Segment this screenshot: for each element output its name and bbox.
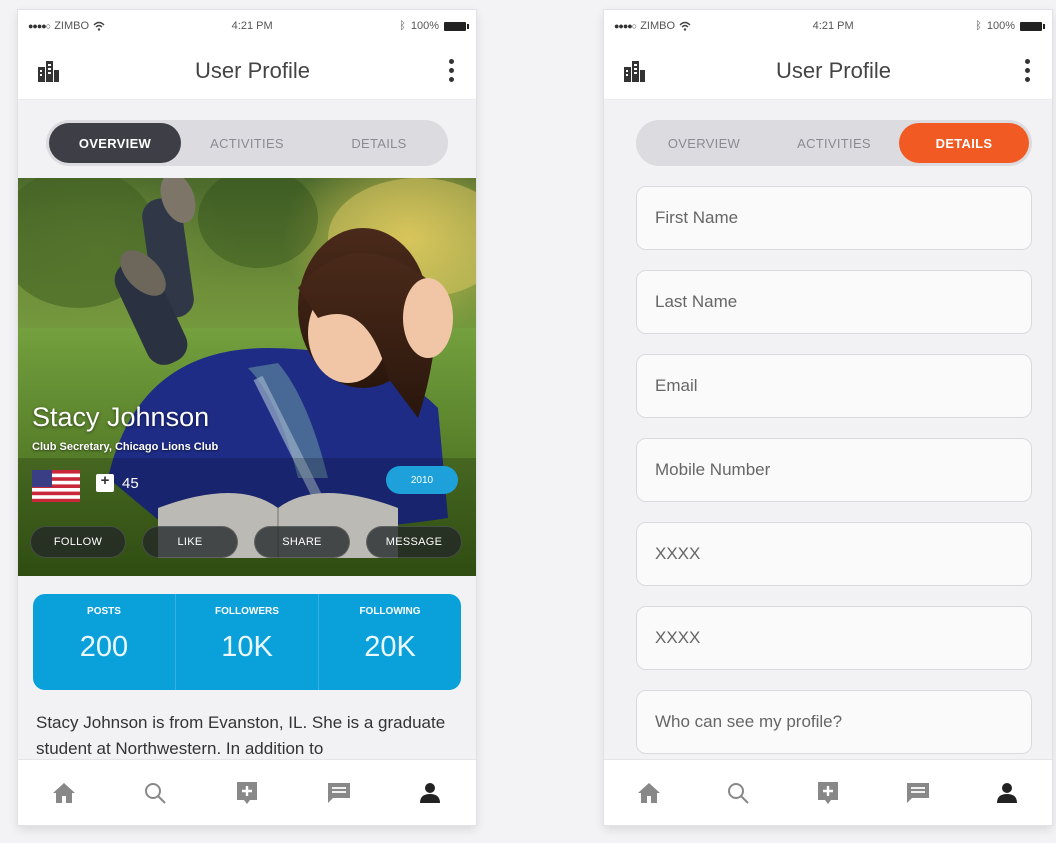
signal-icon: ●●●●○ (614, 21, 637, 31)
stat-label: FOLLOWING (359, 606, 421, 617)
home-icon[interactable] (46, 775, 82, 811)
follow-button[interactable]: FOLLOW (30, 526, 126, 558)
page-title: User Profile (195, 57, 310, 83)
building-icon[interactable] (36, 59, 60, 83)
profile-actions: FOLLOW LIKE SHARE MESSAGE (30, 526, 462, 558)
carrier-label: ZIMBO (54, 20, 90, 32)
search-icon[interactable] (720, 775, 756, 811)
battery-label: 100% (410, 20, 439, 32)
add-post-icon[interactable] (810, 775, 846, 811)
bottom-navigation (18, 759, 476, 825)
segmented-tabs: OVERVIEW ACTIVITIES DETAILS (46, 120, 448, 166)
building-icon[interactable] (622, 59, 646, 83)
tab-activities[interactable]: ACTIVITIES (769, 123, 899, 163)
app-header: User Profile (18, 42, 476, 100)
mobile-number-input[interactable] (655, 460, 1031, 480)
chat-icon[interactable] (321, 775, 357, 811)
search-icon[interactable] (137, 775, 173, 811)
cover-illustration (18, 178, 476, 576)
stat-label: FOLLOWERS (215, 606, 279, 617)
profile-name: Stacy Johnson (32, 402, 210, 432)
first-name-input[interactable] (655, 208, 1031, 228)
profile-icon[interactable] (412, 775, 448, 811)
status-bar: ●●●●○ ZIMBO 4:21 PM ᛒ 100% (18, 10, 476, 42)
tab-overview[interactable]: OVERVIEW (639, 123, 769, 163)
tab-details[interactable]: DETAILS (313, 123, 445, 163)
stat-value: 20K (364, 631, 416, 663)
stats-panel: POSTS 200 FOLLOWERS 10K FOLLOWING 20K (33, 594, 461, 690)
email-field (636, 354, 1032, 418)
custom-field-2 (636, 606, 1032, 670)
custom-input-2[interactable] (655, 628, 1031, 648)
battery-icon (444, 21, 469, 31)
chat-icon[interactable] (900, 775, 936, 811)
more-vertical-icon[interactable] (1021, 55, 1034, 86)
profile-icon[interactable] (989, 775, 1025, 811)
last-name-input[interactable] (655, 292, 1031, 312)
stat-followers[interactable]: FOLLOWERS 10K (175, 594, 318, 690)
profile-visibility-input[interactable] (655, 712, 1031, 732)
clock: 4:21 PM (231, 20, 273, 32)
profile-details-screen: ●●●●○ ZIMBO 4:21 PM ᛒ 100% User Profile … (604, 10, 1052, 825)
share-button[interactable]: SHARE (254, 526, 350, 558)
add-post-icon[interactable] (229, 775, 265, 811)
wifi-icon (679, 21, 691, 31)
bluetooth-icon: ᛒ (399, 20, 406, 32)
us-flag-icon (32, 470, 80, 502)
battery-label: 100% (986, 20, 1015, 32)
member-since-badge: 2010 (386, 466, 458, 494)
stat-value: 200 (79, 631, 129, 663)
custom-input-1[interactable] (655, 544, 1031, 564)
likes-count: 45 (122, 474, 139, 492)
segmented-tabs: OVERVIEW ACTIVITIES DETAILS (636, 120, 1032, 166)
profile-cover-photo: Stacy Johnson Club Secretary, Chicago Li… (18, 178, 476, 576)
message-button[interactable]: MESSAGE (366, 526, 462, 558)
wifi-icon (93, 21, 105, 31)
add-like-icon (96, 472, 114, 492)
stat-value: 10K (221, 631, 273, 663)
email-input[interactable] (655, 376, 1031, 396)
stat-label: POSTS (87, 606, 121, 617)
app-header: User Profile (604, 42, 1052, 100)
stat-following[interactable]: FOLLOWING 20K (318, 594, 461, 690)
profile-visibility-field (636, 690, 1032, 754)
last-name-field (636, 270, 1032, 334)
likes-counter[interactable]: 45 (96, 472, 139, 492)
home-icon[interactable] (631, 775, 667, 811)
bluetooth-icon: ᛒ (975, 20, 982, 32)
stat-posts[interactable]: POSTS 200 (33, 594, 175, 690)
battery-icon (1020, 21, 1045, 31)
profile-subtitle: Club Secretary, Chicago Lions Club (32, 441, 219, 453)
status-bar: ●●●●○ ZIMBO 4:21 PM ᛒ 100% (604, 10, 1052, 42)
bottom-navigation (604, 759, 1052, 825)
mobile-number-field (636, 438, 1032, 502)
tab-activities[interactable]: ACTIVITIES (181, 123, 313, 163)
signal-icon: ●●●●○ (28, 21, 51, 31)
carrier-label: ZIMBO (640, 20, 676, 32)
profile-overview-screen: ●●●●○ ZIMBO 4:21 PM ᛒ 100% User Profile … (18, 10, 476, 825)
like-button[interactable]: LIKE (142, 526, 238, 558)
tab-details[interactable]: DETAILS (899, 123, 1029, 163)
more-vertical-icon[interactable] (445, 55, 458, 86)
clock: 4:21 PM (812, 20, 854, 32)
profile-bio: Stacy Johnson is from Evanston, IL. She … (36, 713, 446, 758)
custom-field-1 (636, 522, 1032, 586)
tab-overview[interactable]: OVERVIEW (49, 123, 181, 163)
page-title: User Profile (776, 57, 891, 83)
details-form (604, 178, 1052, 754)
first-name-field (636, 186, 1032, 250)
